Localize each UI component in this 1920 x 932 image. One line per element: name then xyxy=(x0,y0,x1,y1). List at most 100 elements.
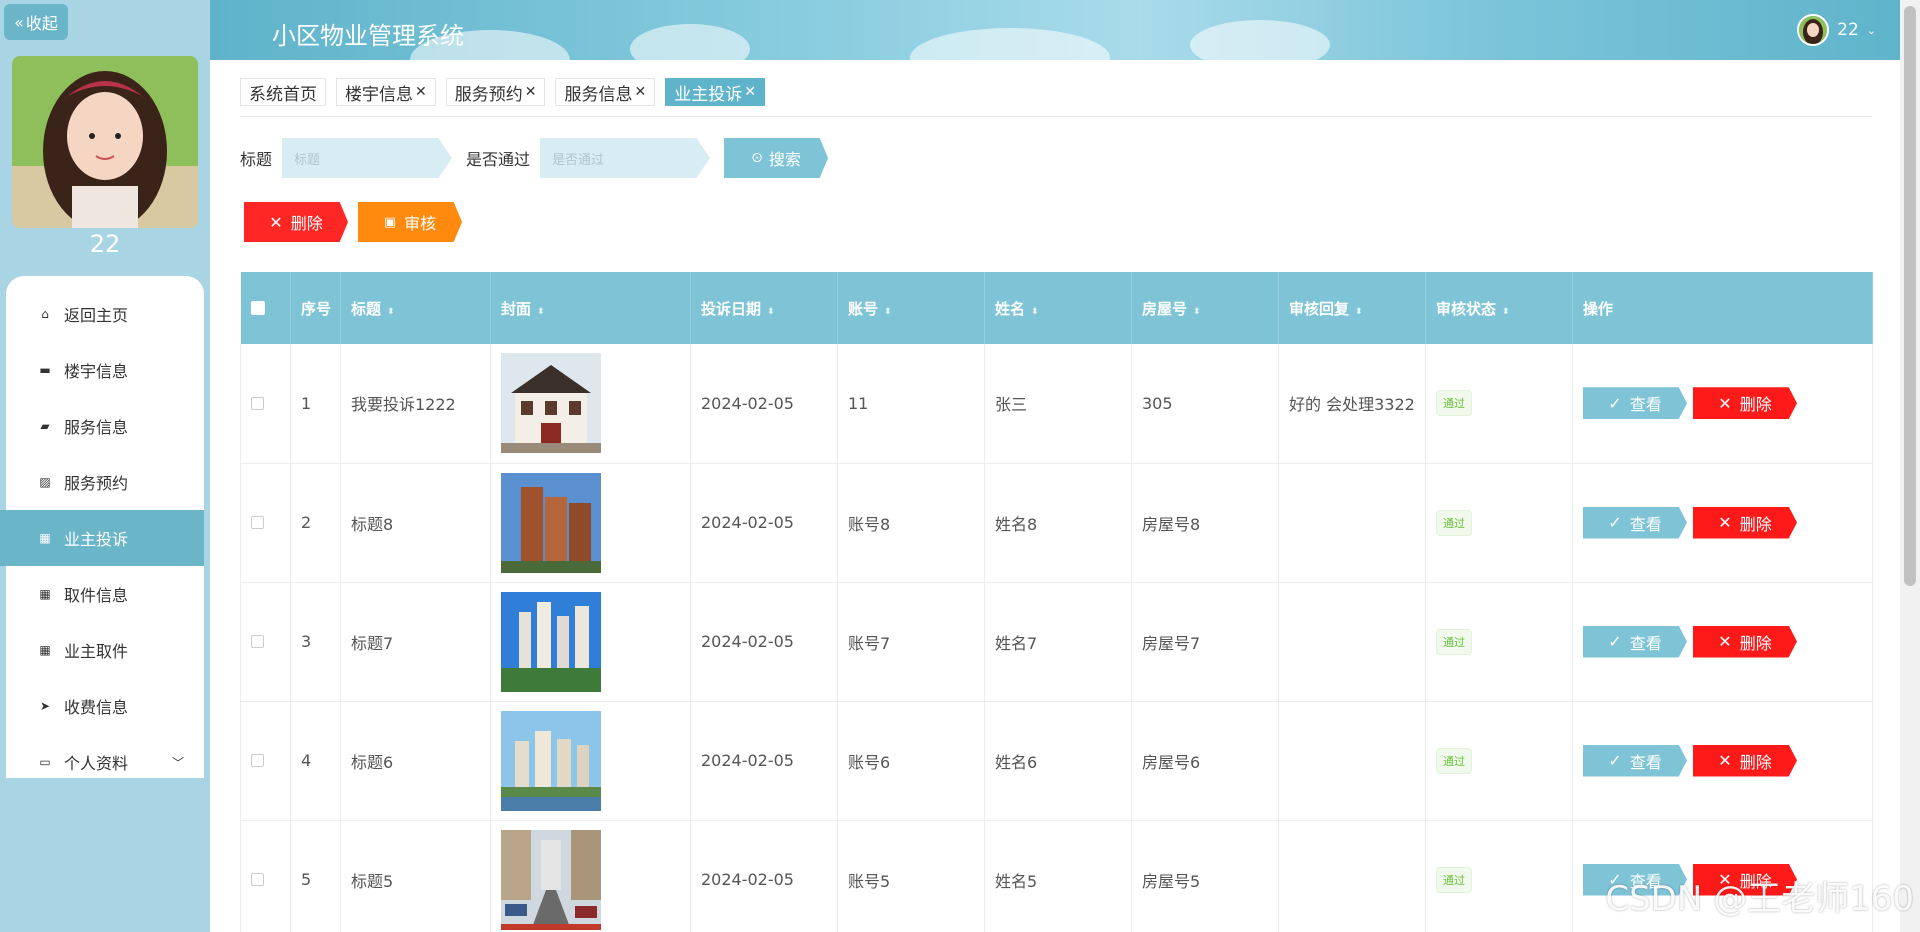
collapse-button[interactable]: « 收起 xyxy=(4,4,68,40)
header-status-label: 审核状态 xyxy=(1436,299,1497,318)
audit-button-label: 审核 xyxy=(404,214,437,233)
header-status[interactable]: 审核状态 ⬍ xyxy=(1425,272,1573,344)
tab-0[interactable]: 系统首页 xyxy=(240,78,326,106)
cover-image[interactable] xyxy=(501,353,601,454)
cell-ops: ✓ 查看 ✕ 删除 xyxy=(1572,463,1873,582)
sort-icon[interactable]: ⬍ xyxy=(1502,307,1510,317)
close-icon[interactable]: ✕ xyxy=(634,84,646,100)
tab-4[interactable]: 业主投诉 ✕ xyxy=(665,78,765,106)
status-badge: 通过 xyxy=(1436,747,1472,774)
cell-account: 11 xyxy=(837,344,985,463)
search-button[interactable]: ⊙ 搜索 xyxy=(724,138,829,178)
sort-icon[interactable]: ⬍ xyxy=(884,307,892,317)
cell-no: 4 xyxy=(290,701,341,820)
row-delete-label: 删除 xyxy=(1739,752,1772,772)
cell-status: 通过 xyxy=(1425,582,1573,701)
chevron-down-icon: ﹀ xyxy=(171,755,184,770)
sidebar-username: 22 xyxy=(89,230,121,258)
cell-house: 房屋号7 xyxy=(1131,582,1279,701)
header-cover-label: 封面 xyxy=(501,299,532,318)
cover-image[interactable] xyxy=(501,591,601,692)
sort-icon[interactable]: ⬍ xyxy=(1031,307,1039,317)
cover-image[interactable] xyxy=(501,472,601,573)
header-date[interactable]: 投诉日期 ⬍ xyxy=(690,272,838,344)
check-icon: ✓ xyxy=(1608,513,1622,532)
monitor-icon: ▬ xyxy=(39,363,51,377)
sidebar-item-7[interactable]: ➤ 收费信息 xyxy=(6,678,204,734)
row-checkbox[interactable] xyxy=(251,635,264,648)
row-select-cell xyxy=(240,344,291,463)
row-delete-label: 删除 xyxy=(1739,514,1772,534)
send-icon: ➤ xyxy=(39,699,51,713)
header-cover[interactable]: 封面 ⬍ xyxy=(490,272,691,344)
cover-image[interactable] xyxy=(501,710,601,811)
audit-button[interactable]: ▣ 审核 xyxy=(358,202,462,242)
cell-date: 2024-02-05 xyxy=(690,701,838,820)
header-title-label: 标题 xyxy=(351,299,382,318)
header-title[interactable]: 标题 ⬍ xyxy=(340,272,491,344)
check-icon: ✓ xyxy=(1608,632,1622,651)
sidebar-item-0[interactable]: ⌂ 返回主页 xyxy=(6,286,204,342)
row-checkbox[interactable] xyxy=(251,873,264,886)
cell-name: 姓名7 xyxy=(984,582,1132,701)
header-date-label: 投诉日期 xyxy=(701,299,762,318)
header-house[interactable]: 房屋号 ⬍ xyxy=(1131,272,1279,344)
sidebar-item-5[interactable]: ▦ 取件信息 xyxy=(6,566,204,622)
close-icon[interactable]: ✕ xyxy=(415,84,427,100)
row-delete-button[interactable]: ✕ 删除 xyxy=(1693,387,1797,420)
tab-2[interactable]: 服务预约 ✕ xyxy=(445,78,546,106)
row-checkbox[interactable] xyxy=(251,754,264,767)
table-header-row: 序号 标题 ⬍ 封面 ⬍ 投诉日期 ⬍ 账号 ⬍ 姓名 ⬍ 房屋号 ⬍ 审核回复 ⬍ 审核状态… xyxy=(240,272,1873,344)
cover-image[interactable] xyxy=(501,829,601,930)
sort-icon[interactable]: ⬍ xyxy=(1193,307,1201,317)
cell-name: 姓名6 xyxy=(984,701,1132,820)
sidebar-item-8[interactable]: ▭ 个人资料 ﹀ xyxy=(6,734,204,790)
close-icon[interactable]: ✕ xyxy=(525,84,537,100)
cell-status: 通过 xyxy=(1425,344,1573,463)
sidebar-item-3[interactable]: ▨ 服务预约 xyxy=(6,454,204,510)
cell-house: 房屋号6 xyxy=(1131,701,1279,820)
audit-icon: ▣ xyxy=(383,214,397,230)
select-all-checkbox[interactable] xyxy=(250,301,265,315)
sort-icon[interactable]: ⬍ xyxy=(537,307,545,317)
sort-icon[interactable]: ⬍ xyxy=(387,307,395,317)
top-header: 小区物业管理系统 22 ⌄ xyxy=(210,0,1900,60)
row-delete-button[interactable]: ✕ 删除 xyxy=(1693,506,1797,539)
sidebar-item-1[interactable]: ▬ 楼宇信息 xyxy=(6,342,204,398)
divider xyxy=(240,116,1872,117)
sort-icon[interactable]: ⬍ xyxy=(1355,307,1363,317)
row-delete-button[interactable]: ✕ 删除 xyxy=(1693,744,1797,777)
tab-3[interactable]: 服务信息 ✕ xyxy=(555,78,656,106)
sidebar-item-4[interactable]: ▦ 业主投诉 xyxy=(0,510,204,566)
tab-1[interactable]: 楼宇信息 ✕ xyxy=(336,78,436,106)
view-button[interactable]: ✓ 查看 xyxy=(1583,387,1687,420)
scrollbar-thumb[interactable] xyxy=(1904,6,1916,586)
cell-cover xyxy=(490,701,691,820)
card-icon: ▭ xyxy=(39,755,51,769)
view-button[interactable]: ✓ 查看 xyxy=(1583,506,1687,539)
sidebar-item-6[interactable]: ▦ 业主取件 xyxy=(6,622,204,678)
header-account[interactable]: 账号 ⬍ xyxy=(837,272,985,344)
delete-button[interactable]: ✕ 删除 xyxy=(244,202,348,242)
passed-select[interactable]: 是否通过 xyxy=(540,138,711,178)
view-button[interactable]: ✓ 查看 xyxy=(1583,625,1687,658)
user-menu[interactable]: 22 ⌄ xyxy=(1797,14,1876,46)
header-reply[interactable]: 审核回复 ⬍ xyxy=(1278,272,1426,344)
row-checkbox[interactable] xyxy=(251,516,264,529)
row-checkbox[interactable] xyxy=(251,396,264,410)
header-house-label: 房屋号 xyxy=(1142,299,1188,318)
table-row: 2 标题8 2024-02-05 账号8 姓名8 房屋号8 通过 ✓ 查看 ✕ 删除 xyxy=(240,463,1873,582)
table-row: 4 标题6 2024-02-05 账号6 姓名6 房屋号6 通过 ✓ 查看 ✕ 删除 xyxy=(240,701,1873,820)
sidebar-item-label: 业主投诉 xyxy=(64,530,129,549)
row-delete-button[interactable]: ✕ 删除 xyxy=(1693,625,1797,658)
view-button[interactable]: ✓ 查看 xyxy=(1583,744,1687,777)
cell-house: 305 xyxy=(1131,344,1279,463)
header-account-label: 账号 xyxy=(848,299,879,318)
cell-house: 房屋号8 xyxy=(1131,463,1279,582)
title-search-input[interactable]: 标题 xyxy=(282,138,453,178)
sort-icon[interactable]: ⬍ xyxy=(767,307,775,317)
header-name[interactable]: 姓名 ⬍ xyxy=(984,272,1132,344)
sidebar-item-2[interactable]: ▰ 服务信息 xyxy=(6,398,204,454)
page-scrollbar[interactable] xyxy=(1900,0,1920,932)
close-icon[interactable]: ✕ xyxy=(744,84,756,100)
